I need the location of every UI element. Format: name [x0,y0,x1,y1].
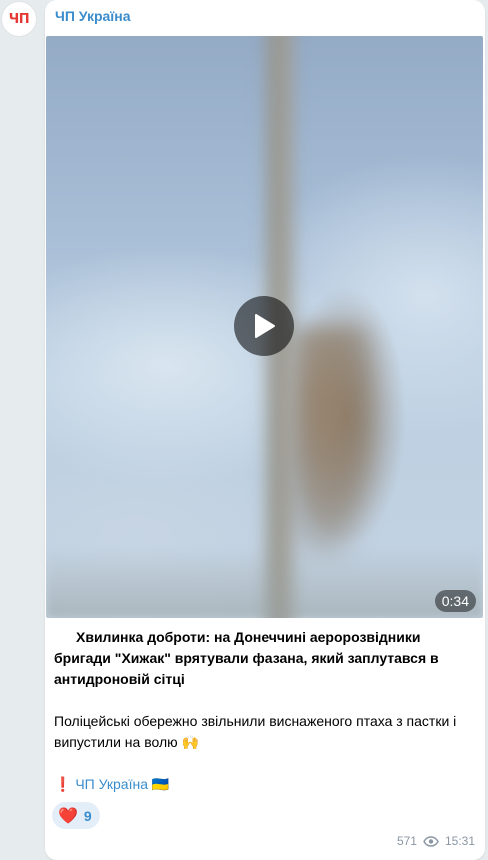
message-bubble: ЧП Україна 0:34 Хвилинка доброти: на Дон… [45,0,485,860]
post-headline: Хвилинка доброти: на Донеччині аеророзві… [54,629,439,687]
channel-link[interactable]: ЧП Україна [75,776,148,792]
view-count: 571 [396,834,417,848]
video-thumbnail-subject [291,326,376,556]
reaction-heart[interactable]: ❤️ 9 [52,802,100,829]
play-icon [255,314,275,338]
video-player[interactable]: 0:34 [46,36,483,618]
reaction-count: 9 [83,807,92,824]
message-time: 15:31 [444,834,475,848]
channel-avatar[interactable]: ЧП [1,1,37,37]
play-button[interactable] [234,296,294,356]
exclamation-icon: ❗️ [54,776,72,792]
heart-icon: ❤️ [58,807,78,825]
post-signature: ❗️ ЧП Україна 🇺🇦 [54,774,478,795]
channel-name[interactable]: ЧП Україна [55,8,131,24]
message-meta: 571 15:31 [397,834,475,848]
eye-icon [423,835,439,847]
post-body: Поліцейські обережно звільнили виснажено… [54,713,457,750]
avatar-text: ЧП [8,11,30,27]
video-duration: 0:34 [434,590,476,612]
video-thumbnail-ground [46,548,483,618]
message-text: Хвилинка доброти: на Донеччині аеророзві… [54,627,478,795]
ukraine-flag-icon: 🇺🇦 [151,776,170,792]
